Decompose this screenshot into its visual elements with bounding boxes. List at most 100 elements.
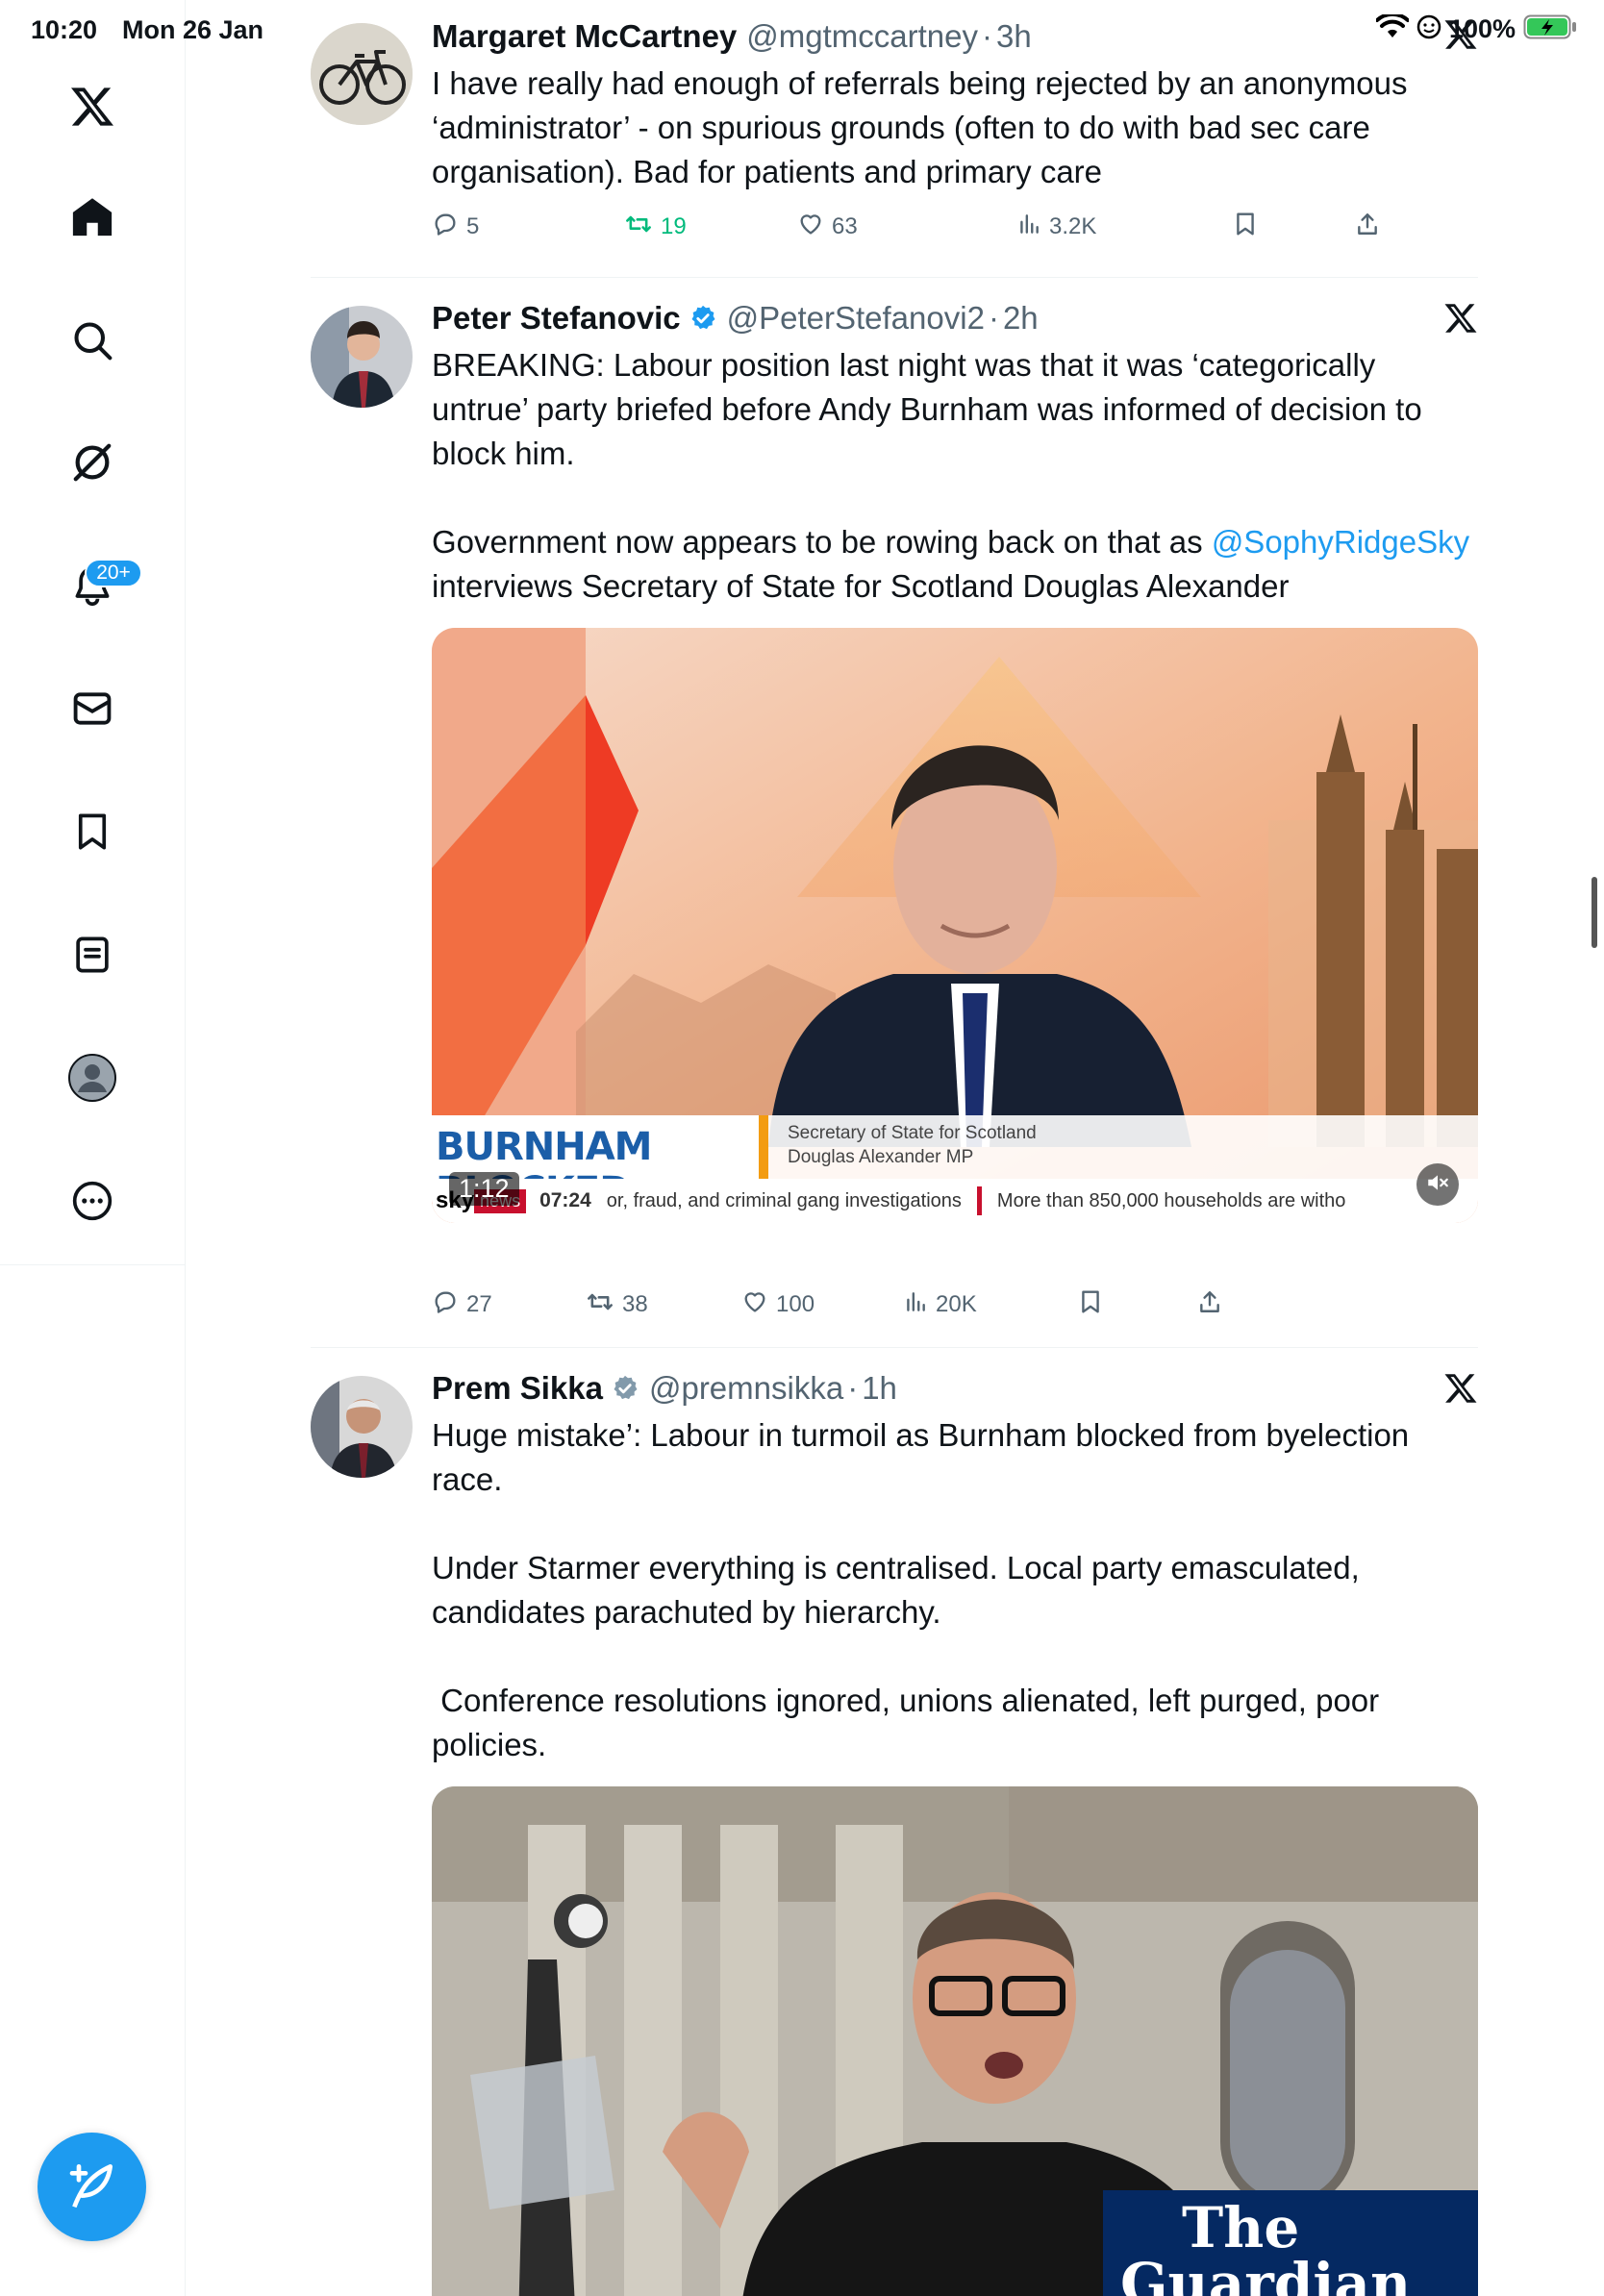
status-indicators: 100% (1374, 12, 1577, 45)
mention-link[interactable]: @SophyRidgeSky (1212, 524, 1469, 560)
video-player[interactable]: BURNHAM BLOCKED Secretary of State for S… (432, 628, 1478, 1223)
compose-post-button[interactable] (38, 2133, 146, 2241)
timestamp[interactable]: 2h (1003, 300, 1039, 337)
x-logo-icon (1443, 1371, 1478, 1410)
repost-count: 19 (661, 213, 687, 239)
handle[interactable]: @PeterStefanovi2 (727, 300, 985, 337)
verified-badge-icon (611, 1374, 639, 1403)
bookmark-icon (72, 811, 113, 857)
tweet-text-paragraph-1: Huge mistake’: Labour in turmoil as Burn… (432, 1417, 1418, 1497)
sidebar-item-grok[interactable] (61, 433, 124, 496)
reply-count: 5 (466, 213, 480, 239)
wifi-icon (1374, 12, 1410, 44)
profile-avatar-icon (68, 1053, 116, 1107)
status-date: Mon 26 Jan (122, 15, 264, 44)
share-button[interactable] (1197, 1288, 1222, 1322)
share-icon (1355, 211, 1380, 244)
x-logo-icon (1443, 301, 1478, 340)
like-button[interactable]: 100 (741, 1288, 815, 1322)
like-count: 63 (832, 213, 858, 239)
bookmark-button[interactable] (1233, 211, 1258, 244)
timestamp[interactable]: 1h (862, 1370, 897, 1407)
bookmark-icon (1233, 211, 1258, 244)
ticker-text-2: More than 850,000 households are witho (996, 1189, 1346, 1211)
like-count: 100 (776, 1291, 815, 1317)
reply-button[interactable]: 5 (432, 211, 479, 244)
sidebar-item-messages[interactable] (61, 679, 124, 742)
display-name[interactable]: Prem Sikka (432, 1370, 603, 1407)
avatar-peter-stefanovic[interactable] (311, 306, 413, 408)
guardian-logo-line-1: The (1182, 2195, 1300, 2260)
tweet-text-paragraph-3: Conference resolutions ignored, unions a… (432, 1683, 1389, 1762)
home-icon (70, 195, 114, 244)
sidebar-divider (0, 1264, 186, 1265)
sidebar-item-search[interactable] (61, 311, 124, 374)
ticker-clock: 07:24 (539, 1189, 591, 1211)
like-button[interactable]: 63 (797, 211, 858, 244)
scroll-indicator[interactable] (1591, 877, 1597, 948)
video-ticker: sky news 07:24 or, fraud, and criminal g… (432, 1179, 1478, 1223)
verified-badge-icon (689, 304, 717, 333)
share-icon (1197, 1288, 1222, 1322)
tweet-text-paragraph-1: BREAKING: Labour position last night was… (432, 347, 1431, 471)
repost-count: 38 (622, 1291, 648, 1317)
more-circle-icon (71, 1180, 113, 1227)
repost-icon (624, 211, 653, 244)
sidebar: 20+ (0, 0, 186, 2296)
repost-icon (586, 1288, 614, 1322)
tweet-actions: 5 19 63 3.2K (432, 208, 1478, 246)
views-count: 3.2K (1049, 213, 1097, 239)
heart-icon (797, 211, 824, 244)
tweet-text-paragraph-2: Under Starmer everything is centralised.… (432, 1550, 1368, 1630)
mute-button[interactable] (1416, 1163, 1459, 1206)
display-name[interactable]: Peter Stefanovic (432, 300, 681, 337)
ticker-text-1: or, fraud, and criminal gang investigati… (606, 1189, 962, 1211)
tweet-image[interactable]: The Guardian (432, 1786, 1478, 2296)
separator-dot: · (988, 300, 999, 336)
guardian-logo-line-2: Guardian (1120, 2251, 1412, 2296)
sidebar-item-lists[interactable] (61, 925, 124, 988)
handle[interactable]: @premnsikka (649, 1370, 843, 1407)
sidebar-item-home[interactable] (61, 187, 124, 251)
repost-button[interactable]: 38 (586, 1288, 648, 1322)
analytics-icon (903, 1288, 928, 1322)
analytics-icon (1016, 211, 1041, 244)
views-button[interactable]: 20K (903, 1288, 977, 1322)
status-bar: 10:20 Mon 26 Jan 100% (0, 0, 1604, 62)
sidebar-item-more[interactable] (61, 1171, 124, 1235)
lower-third-caption: Secretary of State for Scotland Douglas … (768, 1115, 1478, 1179)
list-icon (72, 935, 113, 980)
repost-button[interactable]: 19 (624, 211, 687, 244)
x-logo-home-link[interactable] (61, 77, 124, 140)
feather-plus-icon (65, 2158, 119, 2216)
video-lower-third: BURNHAM BLOCKED Secretary of State for S… (432, 1115, 1478, 1213)
heart-icon (741, 1288, 768, 1322)
guardian-logo: The Guardian (1103, 2190, 1478, 2296)
search-icon (71, 319, 113, 366)
lower-third-line-1: Secretary of State for Scotland (788, 1123, 1037, 1143)
tweet-prem-sikka[interactable]: Prem Sikka @premnsikka · 1h Huge mistake… (311, 1348, 1478, 2296)
tweet-body: Prem Sikka @premnsikka · 1h Huge mistake… (432, 1367, 1478, 2296)
tweet-actions: 27 38 100 20K (432, 1285, 1478, 1324)
tweet-body: Peter Stefanovic @PeterStefanovi2 · 2h B… (432, 297, 1478, 1223)
sidebar-item-bookmarks[interactable] (61, 802, 124, 865)
notifications-badge: 20+ (85, 559, 142, 587)
tweet-header: Peter Stefanovic @PeterStefanovi2 · 2h (432, 297, 1478, 339)
tweet-text: I have really had enough of referrals be… (432, 65, 1416, 189)
tweet-header: Prem Sikka @premnsikka · 1h (432, 1367, 1478, 1410)
reply-icon (432, 1288, 459, 1322)
bookmark-button[interactable] (1078, 1288, 1103, 1322)
battery-percentage: 100% (1448, 14, 1516, 43)
reply-icon (432, 211, 459, 244)
reply-button[interactable]: 27 (432, 1288, 492, 1322)
separator-dot: · (847, 1370, 859, 1406)
lower-third-accent (759, 1115, 768, 1179)
x-logo-icon (69, 84, 115, 135)
status-time: 10:20 (31, 15, 98, 44)
avatar-prem-sikka[interactable] (311, 1376, 413, 1478)
share-button[interactable] (1355, 211, 1380, 244)
battery-charging-icon (1523, 13, 1577, 45)
views-button[interactable]: 3.2K (1016, 211, 1096, 244)
sidebar-item-profile[interactable] (61, 1048, 124, 1111)
tweet-peter-stefanovic[interactable]: Peter Stefanovic @PeterStefanovi2 · 2h B… (311, 278, 1478, 1347)
